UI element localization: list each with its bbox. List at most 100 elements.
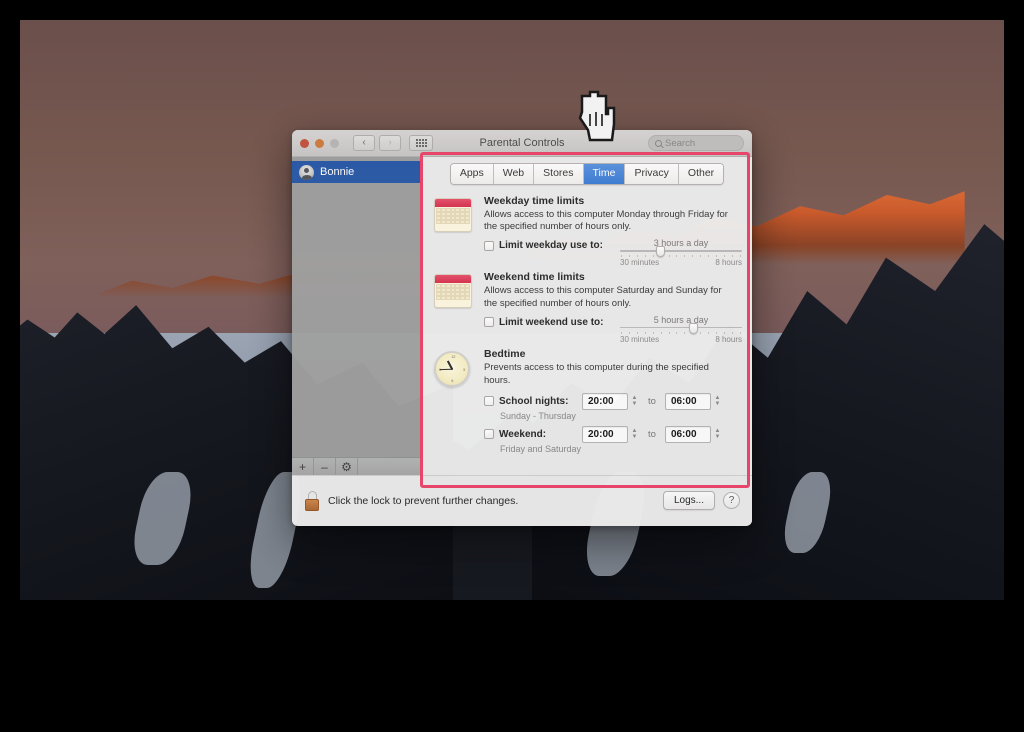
weekday-slider-track[interactable]: [620, 246, 742, 258]
pointing-hand-cursor: [568, 84, 624, 148]
weekend-title: Weekend time limits: [484, 271, 585, 284]
bottom-bar: Click the lock to prevent further change…: [292, 475, 752, 525]
weekend-bedtime-end-stepper-arrows[interactable]: ▲ ▼: [713, 426, 722, 443]
school-nights-end-stepper-arrows[interactable]: ▲ ▼: [713, 393, 722, 410]
search-icon: [655, 139, 662, 147]
content-pane: Apps Web Stores Time Privacy Other Weekd…: [422, 157, 752, 475]
window-titlebar: ‹ › Parental Controls Search: [292, 130, 752, 157]
weekend-slider-thumb[interactable]: [688, 322, 698, 334]
bedtime-title: Bedtime: [484, 347, 526, 360]
weekend-slider-value: 5 hours a day: [653, 314, 709, 325]
school-nights-start-stepper[interactable]: 20:00 ▲ ▼: [582, 392, 639, 410]
lock-message: Click the lock to prevent further change…: [328, 494, 519, 507]
weekend-description: Allows access to this computer Saturday …: [484, 285, 722, 310]
tab-time[interactable]: Time: [583, 164, 626, 184]
window-body: Bonnie + – ⚙ Apps Web Stores Time Privac…: [292, 157, 752, 475]
weekend-slider-track[interactable]: [620, 322, 742, 334]
school-nights-sublabel: Sunday - Thursday: [500, 410, 576, 421]
user-list: Bonnie: [292, 157, 421, 457]
user-name-label: Bonnie: [320, 166, 355, 178]
tab-privacy[interactable]: Privacy: [625, 164, 679, 184]
weekend-limit-label: Limit weekend use to:: [499, 316, 604, 328]
weekday-section: Weekday time limits Allows access to thi…: [434, 195, 742, 268]
school-nights-end-field[interactable]: 06:00: [664, 392, 711, 410]
weekend-bedtime-checkbox[interactable]: [484, 429, 494, 440]
back-button[interactable]: ‹: [353, 135, 375, 151]
weekday-slider-ticks: [620, 255, 742, 258]
sidebar-item-bonnie[interactable]: Bonnie: [292, 161, 421, 183]
weekend-slider-endpoints: 30 minutes 8 hours: [620, 335, 742, 344]
search-placeholder: Search: [665, 137, 696, 149]
weekend-slider-ticks: [620, 331, 742, 334]
logs-button[interactable]: Logs...: [662, 491, 715, 510]
sidebar: Bonnie + – ⚙: [292, 157, 422, 475]
weekend-bedtime-checkbox-group[interactable]: Weekend:: [484, 429, 576, 440]
remove-user-button[interactable]: –: [314, 458, 336, 475]
search-input[interactable]: Search: [648, 135, 744, 151]
weekend-calendar-icon: [434, 271, 474, 344]
forward-button[interactable]: ›: [379, 135, 401, 151]
bedtime-section: 12 3 6 9 Bedtime Prevents access to this…: [434, 348, 738, 454]
weekend-limit-checkbox-group[interactable]: Limit weekend use to:: [484, 314, 612, 328]
sidebar-footer: + – ⚙: [292, 457, 421, 475]
traffic-lights: [300, 138, 339, 148]
weekend-bedtime-label: Weekend:: [499, 428, 547, 440]
grid-icon: [415, 139, 427, 147]
parental-controls-window: ‹ › Parental Controls Search Bonnie + – …: [292, 130, 752, 526]
screenshot-root: ‹ › Parental Controls Search Bonnie + – …: [0, 0, 1024, 732]
weekend-bedtime-start-field[interactable]: 20:00: [582, 425, 628, 443]
school-nights-checkbox[interactable]: [484, 396, 494, 407]
show-all-button[interactable]: [409, 135, 433, 151]
weekend-limit-checkbox[interactable]: [484, 317, 494, 328]
weekday-title: Weekday time limits: [484, 194, 585, 207]
weekend-section: Weekend time limits Allows access to thi…: [434, 271, 742, 344]
weekday-slider[interactable]: 3 hours a day 30 minutes 8 hours: [620, 237, 742, 267]
school-nights-to-label: to: [648, 395, 656, 407]
weekend-bedtime-start-stepper-arrows[interactable]: ▲ ▼: [630, 426, 639, 443]
add-user-button[interactable]: +: [292, 458, 314, 475]
navigation-buttons: ‹ ›: [353, 135, 401, 151]
avatar: [299, 164, 314, 180]
school-nights-label: School nights:: [499, 395, 569, 407]
tab-apps[interactable]: Apps: [450, 164, 494, 184]
school-nights-start-field[interactable]: 20:00: [582, 392, 628, 410]
weekday-slider-value: 3 hours a day: [653, 238, 709, 249]
tab-web[interactable]: Web: [493, 164, 535, 184]
tab-group: Apps Web Stores Time Privacy Other: [449, 163, 725, 185]
weekend-bedtime-start-stepper[interactable]: 20:00 ▲ ▼: [582, 425, 639, 443]
bedtime-description: Prevents access to this computer during …: [484, 361, 709, 386]
school-nights-row: School nights: 20:00 ▲ ▼ to 06:00 ▲ ▼: [484, 392, 738, 410]
zoom-button[interactable]: [330, 138, 339, 148]
minimize-button[interactable]: [315, 138, 324, 148]
close-button[interactable]: [300, 138, 309, 148]
weekend-slider-min: 30 minutes: [620, 334, 660, 344]
tab-other[interactable]: Other: [678, 164, 724, 184]
weekend-slider[interactable]: 5 hours a day 30 minutes 8 hours: [620, 314, 742, 344]
time-settings-panel: Weekday time limits Allows access to thi…: [422, 193, 752, 454]
weekend-bedtime-sublabel: Friday and Saturday: [500, 443, 582, 454]
school-nights-end-stepper[interactable]: 06:00 ▲ ▼: [664, 392, 722, 410]
school-nights-start-stepper-arrows[interactable]: ▲ ▼: [630, 393, 639, 410]
weekend-limit-row: Limit weekend use to: 5 hours a day 30 m…: [484, 314, 742, 344]
weekday-limit-row: Limit weekday use to: 3 hours a day 30 m…: [484, 237, 742, 267]
weekend-bedtime-row: Weekend: 20:00 ▲ ▼ to 06:00 ▲ ▼: [484, 425, 738, 443]
tab-bar: Apps Web Stores Time Privacy Other: [422, 157, 752, 193]
school-nights-checkbox-group[interactable]: School nights:: [484, 396, 576, 407]
tab-stores[interactable]: Stores: [534, 164, 584, 184]
lock-icon[interactable]: [304, 490, 320, 511]
weekday-slider-thumb[interactable]: [655, 246, 665, 258]
weekday-limit-checkbox-group[interactable]: Limit weekday use to:: [484, 237, 612, 251]
weekday-limit-label: Limit weekday use to:: [499, 240, 603, 252]
weekday-slider-max: 8 hours: [715, 258, 742, 268]
weekend-slider-max: 8 hours: [715, 334, 742, 344]
bedtime-clock-icon: 12 3 6 9: [434, 348, 474, 454]
weekend-bedtime-end-field[interactable]: 06:00: [664, 425, 711, 443]
action-menu-button[interactable]: ⚙: [336, 458, 358, 475]
weekday-slider-min: 30 minutes: [620, 258, 660, 268]
weekday-description: Allows access to this computer Monday th…: [484, 208, 728, 233]
weekday-slider-endpoints: 30 minutes 8 hours: [620, 258, 742, 267]
weekend-bedtime-end-stepper[interactable]: 06:00 ▲ ▼: [664, 425, 722, 443]
help-button[interactable]: ?: [723, 492, 740, 509]
weekday-limit-checkbox[interactable]: [484, 240, 494, 251]
weekday-calendar-icon: [434, 195, 474, 268]
